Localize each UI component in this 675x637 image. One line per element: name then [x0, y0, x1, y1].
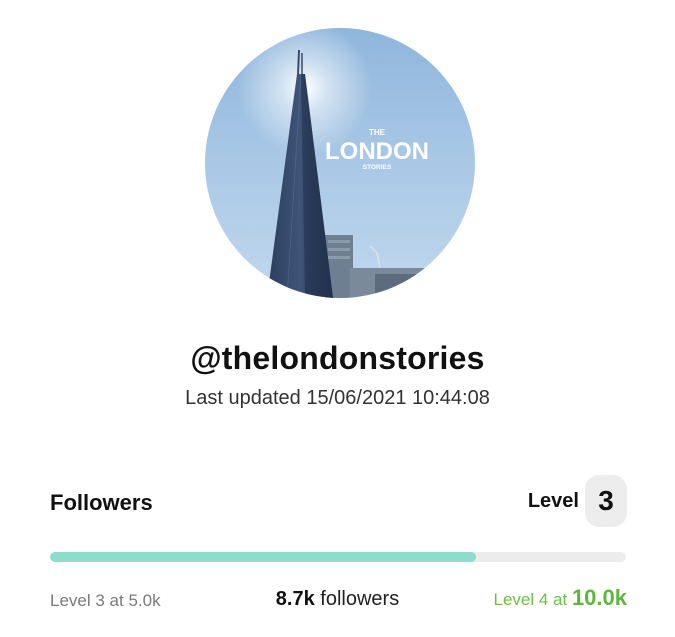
- shard-building-image: THE LONDON STORIES: [205, 28, 475, 298]
- username: @thelondonstories: [190, 340, 485, 376]
- followers-title: Followers: [50, 490, 153, 515]
- next-level-threshold: Level 4 at 10.0k: [493, 585, 627, 611]
- next-level-prefix: Level 4 at: [493, 590, 572, 609]
- level-indicator: Level 3: [528, 475, 627, 527]
- logo-text-london: LONDON: [325, 138, 429, 165]
- followers-progress-bar: [50, 552, 626, 562]
- level-label: Level: [527, 489, 579, 512]
- logo-text-the: THE: [369, 128, 386, 137]
- followers-progress-fill: [50, 552, 477, 562]
- follower-count-suffix: followers: [314, 588, 400, 610]
- next-level-value: 10.0k: [571, 585, 627, 610]
- avatar: THE LONDON STORIES: [205, 28, 475, 298]
- last-updated-text: Last updated 15/06/2021 10:44:08: [185, 387, 490, 409]
- follower-count-value: 8.7k: [275, 588, 315, 610]
- logo-text-stories: STORIES: [363, 164, 392, 171]
- level-badge: 3: [585, 475, 627, 527]
